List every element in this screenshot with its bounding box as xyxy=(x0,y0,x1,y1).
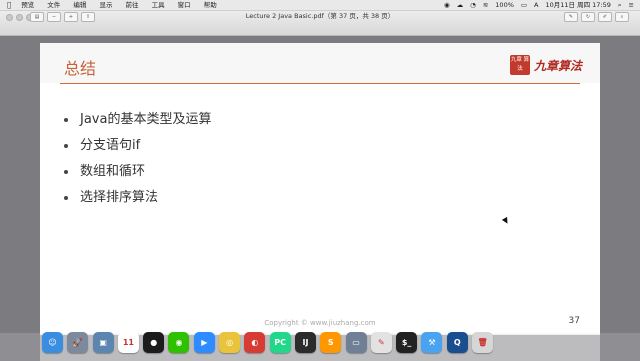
menu-item-tools[interactable]: 工具 xyxy=(152,1,165,9)
slide-title: 总结 xyxy=(64,59,97,78)
keynote-icon[interactable]: ✎ xyxy=(370,332,392,353)
markup-pen-icon[interactable]: ✎ xyxy=(564,12,578,22)
battery-percent[interactable]: 100% xyxy=(495,0,514,10)
jiuzhang-logo: 九章 算法 九章算法 xyxy=(509,55,582,75)
preview-icon[interactable]: ▣ xyxy=(92,332,114,353)
sublime-icon[interactable]: S xyxy=(320,332,342,353)
list-item: 数组和循环 xyxy=(64,159,211,185)
title-divider xyxy=(60,83,580,84)
battery-icon[interactable]: ▭ xyxy=(521,0,527,10)
menu-item-help[interactable]: 帮助 xyxy=(204,1,217,9)
pycharm-icon[interactable]: PC xyxy=(269,332,291,353)
clock[interactable]: 10月11日 周四 17:59 xyxy=(546,0,611,10)
menu-item-edit[interactable]: 编辑 xyxy=(73,1,86,9)
list-item: 选择排序算法 xyxy=(64,185,211,211)
bullet-icon xyxy=(64,144,68,148)
trash-icon[interactable]: 🗑 xyxy=(472,332,494,353)
input-source-icon[interactable]: A xyxy=(534,0,538,10)
menu-item-file[interactable]: 文件 xyxy=(47,1,60,9)
logo-seal: 九章 算法 xyxy=(509,55,530,75)
user-menu[interactable]: ≡ xyxy=(629,0,634,10)
search-field-icon[interactable]: ⌕ xyxy=(615,12,629,22)
record-icon[interactable]: ◉ xyxy=(444,0,450,10)
app-menu: 预览 文件 编辑 显示 前往 工具 窗口 帮助 xyxy=(21,0,228,10)
chrome-icon[interactable]: ◎ xyxy=(219,332,241,353)
toolbar-right: ✎ ↻ ✐ ⌕ xyxy=(564,12,632,22)
preview-window: ▤ − + ⇧ Lecture 2 Java Basic.pdf（第 37 页，… xyxy=(0,11,640,335)
menu-item-go[interactable]: 前往 xyxy=(126,1,139,9)
intellij-icon[interactable]: IJ xyxy=(294,332,316,353)
screenshot-icon[interactable]: ▭ xyxy=(345,332,367,353)
menu-bar:  预览 文件 编辑 显示 前往 工具 窗口 帮助 ◉ ☁ ◔ ≋ 100% ▭… xyxy=(0,0,640,11)
title-bar: ▤ − + ⇧ Lecture 2 Java Basic.pdf（第 37 页，… xyxy=(0,11,640,36)
bullet-icon xyxy=(64,170,68,174)
annotate-icon[interactable]: ✐ xyxy=(598,12,612,22)
page-number: 37 xyxy=(568,316,580,326)
search-icon[interactable]: ⌕ xyxy=(618,0,622,10)
bullet-icon xyxy=(64,118,68,122)
volume-icon[interactable]: ◔ xyxy=(470,0,476,10)
xcode-icon[interactable]: ⚒ xyxy=(421,332,443,353)
wechat-icon[interactable]: ◉ xyxy=(168,332,190,353)
apple-menu-icon[interactable]:  xyxy=(7,0,11,10)
pdf-page: 总结 九章 算法 九章算法 Java的基本类型及运算 分支语句if 数组和循环 … xyxy=(40,43,600,335)
netease-music-icon[interactable]: ◐ xyxy=(244,332,266,353)
launchpad-icon[interactable]: 🚀 xyxy=(67,332,89,353)
menu-item-preview[interactable]: 预览 xyxy=(21,1,34,9)
window-title: Lecture 2 Java Basic.pdf（第 37 页，共 38 页） xyxy=(245,12,395,20)
rotate-icon[interactable]: ↻ xyxy=(581,12,595,22)
wifi-icon[interactable]: ≋ xyxy=(483,0,488,10)
logo-text: 九章算法 xyxy=(533,58,582,73)
slide-header: 总结 九章 算法 九章算法 xyxy=(40,43,600,83)
dock: ☺ 🚀 ▣ 11 ● ◉ ▶ ◎ ◐ PC IJ S ▭ ✎ $_ ⚒ Q 🗑 xyxy=(42,332,497,353)
terminal-icon[interactable]: $_ xyxy=(396,332,418,353)
copyright-footer: Copyright © www.jiuzhang.com xyxy=(264,319,376,327)
zoom-icon[interactable]: ▶ xyxy=(193,332,215,353)
list-item: 分支语句if xyxy=(64,133,211,159)
list-item: Java的基本类型及运算 xyxy=(64,107,211,133)
sync-icon[interactable]: ☁ xyxy=(457,0,464,10)
qq-icon[interactable]: ● xyxy=(143,332,165,353)
finder-icon[interactable]: ☺ xyxy=(42,332,63,353)
bullet-list: Java的基本类型及运算 分支语句if 数组和循环 选择排序算法 xyxy=(64,107,211,211)
menu-item-view[interactable]: 显示 xyxy=(99,1,112,9)
quicktime-icon[interactable]: Q xyxy=(446,332,468,353)
calendar-icon[interactable]: 11 xyxy=(117,332,139,353)
status-area: ◉ ☁ ◔ ≋ 100% ▭ A 10月11日 周四 17:59 ⌕ ≡ xyxy=(437,0,634,10)
menu-item-window[interactable]: 窗口 xyxy=(178,1,191,9)
bullet-icon xyxy=(64,196,68,200)
